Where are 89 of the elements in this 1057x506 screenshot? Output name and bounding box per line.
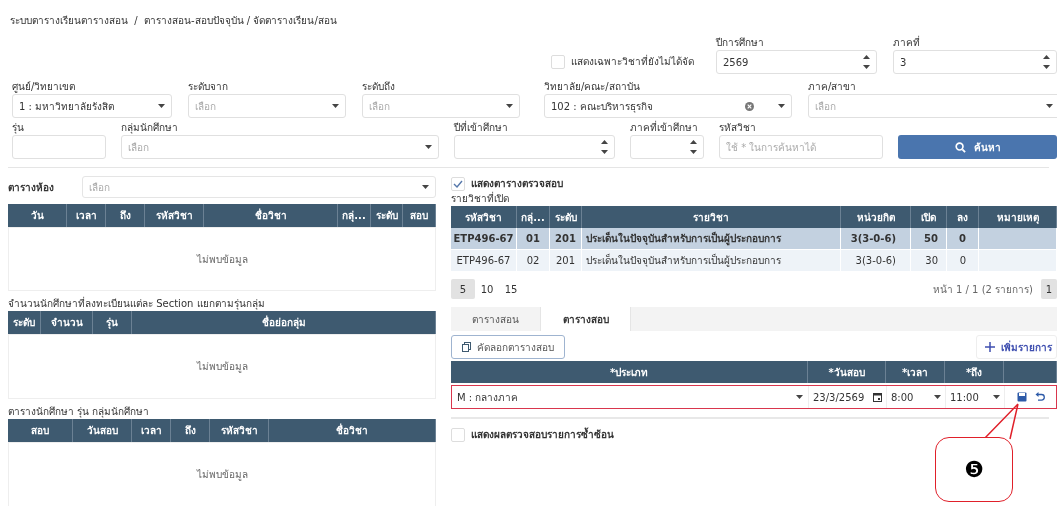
field-label: ศูนย์/วิทยาเขต <box>12 80 77 94</box>
column-header: *วันสอบ <box>808 361 886 383</box>
field-label: ปีการศึกษา <box>716 36 765 50</box>
page-button[interactable]: 1 <box>1041 279 1057 299</box>
caret-icon <box>778 104 785 108</box>
checkbox[interactable] <box>451 176 465 191</box>
search-icon <box>954 141 966 153</box>
table-title: รายวิชาที่เปิด <box>451 192 510 206</box>
table-cell-text: 02 <box>526 254 540 268</box>
clear-icon[interactable] <box>745 101 754 111</box>
field-label: ระดับจาก <box>188 80 229 94</box>
number-field[interactable] <box>630 135 704 159</box>
plus-icon <box>985 342 995 352</box>
table-title: ตารางนักศึกษา รุ่น กลุ่มนักศึกษา <box>8 405 151 419</box>
input-field[interactable] <box>12 135 106 159</box>
checkbox[interactable] <box>451 427 465 442</box>
caret-icon <box>796 395 803 399</box>
caret-icon <box>506 104 513 108</box>
select-field[interactable]: M : กลางภาค <box>452 386 809 408</box>
breadcrumb: ระบบตารางเรียนตารางสอน / ตารางสอน-สอบปัจจุบัน / จัดตารางเรียน/สอน <box>10 15 337 26</box>
number-field[interactable]: 2569 <box>716 50 877 74</box>
empty-message: ไม่พบข้อมูล <box>196 252 248 267</box>
spinner-arrows-icon <box>863 55 870 69</box>
caret-icon <box>158 104 165 108</box>
table-row[interactable]: ETP496-67 01 201 ประเด็นในปัจจุบันสำหรับการเป็นผู้ประกอบการ 3(3-0-6) 50 0 <box>451 228 1057 250</box>
page-summary: หน้า 1 / 1 (2 รายการ) <box>932 282 1033 297</box>
page-size-button[interactable]: 15 <box>499 279 523 299</box>
field-label: ระดับถึง <box>362 80 396 94</box>
select-field[interactable]: 102 : คณะบริหารธุรกิจ <box>544 94 792 118</box>
table-cell-text: ETP496-67 <box>453 232 514 246</box>
spinner-arrows-icon <box>1043 55 1050 69</box>
field-label: ภาคที่ <box>893 36 921 50</box>
checkbox-label: แสดงตารางตรวจสอบ <box>471 177 563 191</box>
table-row[interactable]: ETP496-67 02 201 ประเด็นในปัจจุบันสำหรับการเป็นผู้ประกอบการ 3(3-0-6) 30 0 <box>451 250 1057 272</box>
column-header: *ประเภท <box>451 361 808 383</box>
calendar-icon[interactable] <box>873 392 882 402</box>
table-cell-text: 3(3-0-6) <box>850 232 896 246</box>
checkbox-label: แสดงเฉพาะวิชาที่ยังไม่ได้จัด <box>571 54 694 69</box>
checkbox-label: แสดงผลตรวจสอบรายการซ้ำซ้อน <box>471 427 614 442</box>
caret-icon <box>332 104 339 108</box>
caret-icon <box>993 395 1000 399</box>
table-cell-text: 30 <box>925 254 938 268</box>
table-cell-text: 0 <box>959 254 966 268</box>
table-cell: ประเด็นในปัจจุบันสำหรับการเป็นผู้ประกอบการ <box>586 231 781 246</box>
number-field[interactable]: 3 <box>893 50 1057 74</box>
empty-message: ไม่พบข้อมูล <box>196 468 248 482</box>
column-header: *เวลา <box>886 361 945 383</box>
number-field[interactable] <box>454 135 615 159</box>
checkbox[interactable] <box>551 54 565 69</box>
save-icon[interactable] <box>1016 392 1027 402</box>
field-label: ภาค/สาขา <box>808 80 858 94</box>
room-label: ตารางห้อง <box>8 180 55 195</box>
empty-message: ไม่พบข้อมูล <box>196 360 248 374</box>
table-cell-text: 01 <box>526 232 540 246</box>
copy-icon <box>462 342 471 352</box>
field-label: ปีที่เข้าศึกษา <box>454 121 509 135</box>
table-cell-text: 0 <box>959 232 966 246</box>
search-button[interactable]: ค้นหา <box>898 135 1057 159</box>
field-label: วิทยาลัย/คณะ/สถาบัน <box>544 80 641 94</box>
select-field[interactable]: 8:00 <box>887 386 946 408</box>
table-title: จำนวนนักศึกษาที่ลงทะเบียนแต่ละ Section แยกตามรุ่นกลุ่ม <box>8 297 266 311</box>
caret-icon <box>422 185 429 189</box>
table-cell-text: 201 <box>555 254 576 268</box>
callout-bubble: ❺ <box>935 437 1013 502</box>
add-button[interactable]: เพิ่มรายการ <box>976 335 1057 359</box>
caret-icon <box>425 145 432 149</box>
page-size-button[interactable]: 10 <box>475 279 499 299</box>
caret-icon <box>1046 104 1053 108</box>
select-field[interactable]: 1 : มหาวิทยาลัยรังสิต <box>12 94 172 118</box>
undo-icon[interactable] <box>1034 392 1045 402</box>
spinner-arrows-icon <box>690 140 697 154</box>
field-label: กลุ่มนักศึกษา <box>121 121 179 135</box>
date-field[interactable]: 23/3/2569 <box>809 386 887 408</box>
select-field[interactable]: 11:00 <box>946 386 1005 408</box>
field-label: รุ่น <box>12 121 25 135</box>
copy-button[interactable]: คัดลอกตารางสอบ <box>451 335 565 359</box>
table-cell-text: 3(3-0-6) <box>855 254 896 268</box>
page-size-button[interactable]: 5 <box>451 279 475 299</box>
caret-icon <box>934 395 941 399</box>
table-cell-text: ETP496-67 <box>456 254 511 268</box>
field-label: รหัสวิชา <box>719 121 757 135</box>
table-cell-text: 50 <box>924 232 938 246</box>
column-header: *ถึง <box>945 361 1004 383</box>
field-label: ภาคที่เข้าศึกษา <box>630 121 699 135</box>
table-cell: ประเด็นในปัจจุบันสำหรับการเป็นผู้ประกอบการ <box>586 253 781 268</box>
spinner-arrows-icon <box>601 140 608 154</box>
tab[interactable]: ตารางสอบ <box>541 307 631 331</box>
table-cell-text: 201 <box>555 232 576 246</box>
checkmark-icon <box>453 179 463 188</box>
